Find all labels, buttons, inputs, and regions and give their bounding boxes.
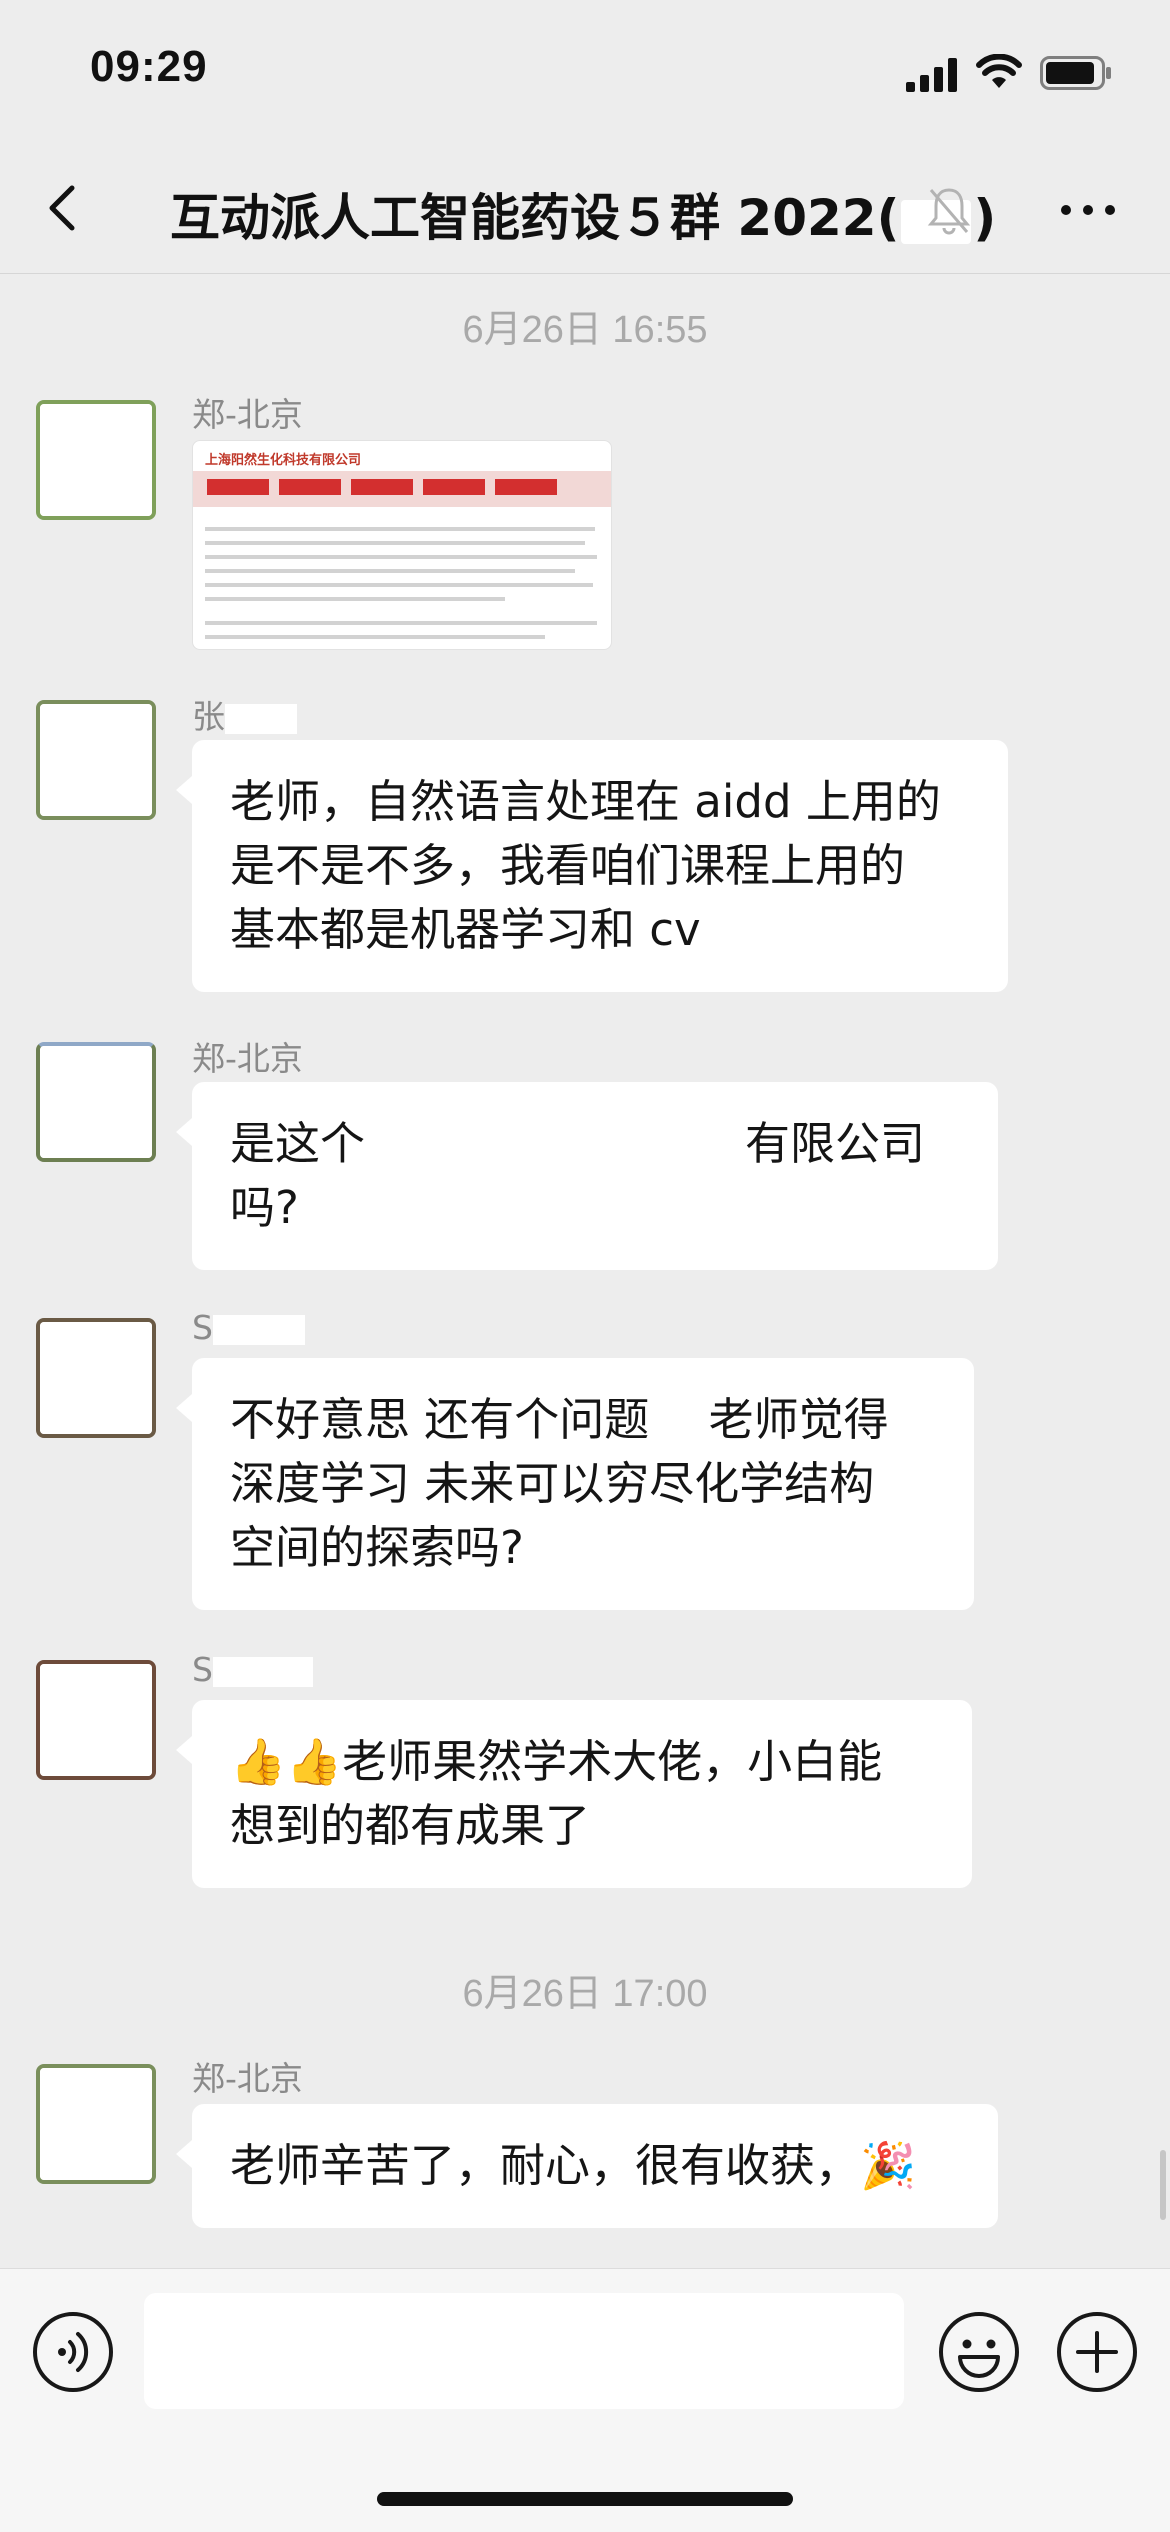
doc-text-line <box>205 621 597 625</box>
wifi-icon <box>976 54 1022 88</box>
timestamp: 6月26日 16:55 <box>462 309 708 351</box>
doc-company-name: 上海阳然生化科技有限公司 <box>205 453 362 468</box>
message-line: 是不是不多，我看咱们课程上用的 <box>230 839 906 892</box>
avatar[interactable] <box>36 1042 156 1162</box>
chat-title-suffix: ) <box>973 189 997 247</box>
doc-text-line <box>205 527 595 531</box>
home-indicator[interactable] <box>377 2492 793 2506</box>
cellular-signal-icon <box>906 58 957 92</box>
chat-header: 互动派人工智能药设５群 2022() <box>0 150 1170 274</box>
doc-text-line <box>205 541 585 545</box>
message-text: 是这个 <box>230 1117 366 1170</box>
message-text: 有限公司 <box>745 1117 926 1170</box>
doc-text-line <box>205 555 597 559</box>
redacted-block <box>212 1314 305 1345</box>
mute-bell-icon <box>927 188 971 235</box>
battery-icon <box>1040 56 1111 90</box>
message-line: 👍👍老师果然学术大佬，小白能 <box>230 1730 934 1794</box>
thumbs-up-icon: 👍👍 <box>230 1735 343 1788</box>
plus-icon[interactable] <box>1056 2311 1138 2393</box>
avatar[interactable] <box>36 400 156 520</box>
doc-text-line <box>205 583 593 587</box>
avatar[interactable] <box>36 700 156 820</box>
message-line: 想到的都有成果了 <box>230 1799 591 1852</box>
scroll-indicator[interactable] <box>1160 2150 1166 2220</box>
doc-tab <box>279 479 341 495</box>
message-line: 老师，自然语言处理在 aidd 上用的 <box>230 775 941 828</box>
more-dots-icon[interactable] <box>1058 200 1118 220</box>
message-line: 深度学习 未来可以穷尽化学结构 <box>230 1457 875 1510</box>
message-line: 不好意思 还有个问题 老师觉得 <box>230 1393 889 1446</box>
message-line: 吗? <box>230 1181 299 1234</box>
message-bubble[interactable]: 老师辛苦了，耐心，很有收获，🎉 <box>176 2104 998 2228</box>
sender-name: 张 <box>192 690 297 738</box>
message-bubble[interactable]: 不好意思 还有个问题 老师觉得 深度学习 未来可以穷尽化学结构 空间的探索吗? <box>176 1358 974 1610</box>
doc-tab <box>351 479 413 495</box>
voice-icon[interactable] <box>32 2311 114 2393</box>
message-text: 老师果然学术大佬，小白能 <box>342 1735 883 1788</box>
message-input[interactable] <box>144 2293 904 2409</box>
doc-tab <box>495 479 557 495</box>
doc-text-line <box>205 569 575 573</box>
avatar[interactable] <box>36 2064 156 2184</box>
document-message[interactable]: 上海阳然生化科技有限公司 <box>192 440 612 650</box>
chat-title: 互动派人工智能药设５群 2022() <box>170 178 996 250</box>
message-bubble[interactable]: 是这个 有限公司 吗? <box>176 1082 998 1270</box>
message-line: 是这个 有限公司 <box>230 1112 960 1176</box>
doc-tab <box>423 479 485 495</box>
status-bar: 09:29 <box>0 0 1170 150</box>
message-line: 空间的探索吗? <box>230 1521 524 1574</box>
message-bubble[interactable]: 👍👍老师果然学术大佬，小白能 想到的都有成果了 <box>176 1700 972 1888</box>
sender-name: 郑-北京 <box>192 2059 303 2098</box>
sender-name: 郑-北京 <box>192 395 303 434</box>
avatar[interactable] <box>36 1318 156 1438</box>
sender-name: 郑-北京 <box>192 1039 303 1078</box>
message-line: 老师辛苦了，耐心，很有收获，🎉 <box>230 2139 917 2192</box>
sender-name: S <box>192 1650 313 1689</box>
message-bubble[interactable]: 老师，自然语言处理在 aidd 上用的 是不是不多，我看咱们课程上用的 基本都是… <box>176 740 1008 992</box>
avatar[interactable] <box>36 1660 156 1780</box>
chat-title-prefix: 互动派人工智能药设５群 2022( <box>170 189 900 247</box>
sender-name-text: 张 <box>192 697 225 736</box>
timestamp: 6月26日 17:00 <box>462 1973 708 2015</box>
sender-name-text: S <box>192 1308 213 1347</box>
doc-text-line <box>205 635 545 639</box>
redacted-block <box>212 1656 313 1687</box>
redacted-block <box>225 703 297 734</box>
redacted-block <box>365 1122 746 1172</box>
emoji-icon[interactable] <box>938 2311 1020 2393</box>
doc-text-line <box>205 597 505 601</box>
message-line: 基本都是机器学习和 cv <box>230 903 701 956</box>
doc-tab <box>207 479 269 495</box>
sender-name-text: S <box>192 1650 213 1689</box>
back-chevron-icon[interactable] <box>42 178 82 238</box>
sender-name: S <box>192 1308 305 1347</box>
status-time: 09:29 <box>90 42 208 91</box>
